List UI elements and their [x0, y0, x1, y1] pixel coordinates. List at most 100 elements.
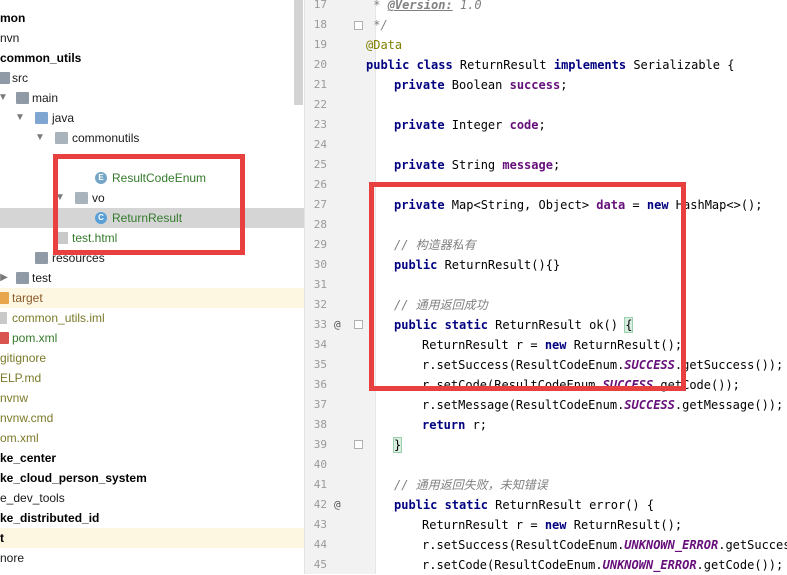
tree-item-mvnw[interactable]: nvnw [0, 388, 304, 408]
code-token: ; [538, 118, 546, 132]
line-number: 35 [313, 358, 327, 371]
line-number: 36 [313, 378, 327, 391]
tree-item-ignore[interactable]: nore [0, 548, 304, 568]
tree-item-commonutils[interactable]: ▼ commonutils [0, 128, 304, 148]
fold-icon[interactable] [354, 320, 363, 329]
line-number: 25 [313, 158, 327, 171]
tree-item-src[interactable]: src [0, 68, 304, 88]
tree-item-java[interactable]: ▼ java [0, 108, 304, 128]
tree-item-label: commonutils [72, 131, 140, 145]
line-number: 27 [313, 198, 327, 211]
module-file-icon [0, 312, 7, 324]
code-token: Boolean [444, 78, 510, 92]
tree-item-label: ke_center [0, 451, 57, 465]
line-number: 44 [313, 538, 327, 551]
tree-item-target[interactable]: target [0, 288, 304, 308]
code-token: private [394, 118, 445, 132]
code-line: r.setSuccess(ResultCodeEnum.UNKNOWN_ERRO… [422, 535, 787, 555]
tree-item-person-system[interactable]: ke_cloud_person_system [0, 468, 304, 488]
tree-item-main[interactable]: ▼ main [0, 88, 304, 108]
code-token: Integer [444, 118, 510, 132]
code-token: .getSuccess [718, 538, 787, 552]
code-token: ReturnResult(); [566, 518, 683, 532]
code-token: UNKNOWN_ERROR [624, 538, 719, 552]
line-number: 45 [313, 558, 327, 571]
code-token: implements [553, 58, 627, 72]
line-number: 33 [313, 318, 327, 331]
code-token: String [444, 158, 503, 172]
code-token: message [502, 158, 553, 172]
tree-item-iml[interactable]: common_utils.iml [0, 308, 304, 328]
code-line: private String message; [394, 155, 560, 175]
line-number: 28 [313, 218, 327, 231]
chevron-down-icon[interactable]: ▼ [0, 88, 9, 108]
code-line: return r; [422, 415, 487, 435]
tree-scrollbar[interactable] [294, 0, 303, 105]
fold-icon[interactable] [354, 440, 363, 449]
line-number: 29 [313, 238, 327, 251]
code-token: private [394, 158, 445, 172]
tree-item-label: src [12, 71, 28, 85]
tree-item-label: ke_distributed_id [0, 511, 100, 525]
tree-item-mvnw-cmd[interactable]: nvnw.cmd [0, 408, 304, 428]
line-number: 40 [313, 458, 327, 471]
tree-item-dev-tools[interactable]: e_dev_tools [0, 488, 304, 508]
tree-item-label: pom.xml [12, 331, 58, 345]
tree-item-help[interactable]: ELP.md [0, 368, 304, 388]
line-number: 22 [313, 98, 327, 111]
tree-item-test[interactable]: ▶ test [0, 268, 304, 288]
chevron-down-icon[interactable]: ▼ [34, 128, 46, 148]
code-token: ReturnResult [452, 58, 554, 72]
tree-item-distributed-id[interactable]: ke_distributed_id [0, 508, 304, 528]
tree-item-label: java [52, 111, 75, 125]
tree-item-label: common_utils [0, 51, 82, 65]
override-marker-icon[interactable]: @ [334, 315, 341, 335]
line-number: 32 [313, 298, 327, 311]
annotation-box [369, 182, 686, 391]
line-number: 42 [313, 498, 327, 511]
chevron-down-icon[interactable]: ▼ [14, 108, 26, 128]
line-number: 37 [313, 398, 327, 411]
code-line: } [392, 435, 403, 455]
code-line: */ [366, 18, 388, 32]
line-number: 43 [313, 518, 327, 531]
line-number: 38 [313, 418, 327, 431]
code-line: @Data [366, 38, 403, 52]
code-token: error [589, 498, 626, 512]
folder-icon [16, 92, 29, 104]
tree-item-pom[interactable]: pom.xml [0, 328, 304, 348]
line-number: 41 [313, 478, 327, 491]
tree-item-root-pom[interactable]: om.xml [0, 428, 304, 448]
line-number: 30 [313, 258, 327, 271]
fold-icon[interactable] [354, 21, 363, 30]
code-token: @Version: [387, 0, 453, 12]
tree-item-gitignore[interactable]: gitignore [0, 348, 304, 368]
code-line: * @Version: 1.0 [366, 0, 481, 15]
code-token: success [509, 78, 561, 92]
tree-item-label: om.xml [0, 431, 39, 445]
tree-item-center[interactable]: ke_center [0, 448, 304, 468]
tree-item-label: main [32, 91, 59, 105]
tree-item-t[interactable]: t [0, 528, 304, 548]
code-line: private Integer code; [394, 115, 546, 135]
chevron-right-icon[interactable]: ▶ [0, 268, 10, 288]
code-token: * [366, 0, 388, 12]
code-token: return [422, 418, 466, 432]
tree-item-label: nvnw [0, 391, 29, 405]
code-token: SUCCESS [624, 398, 675, 412]
code-line: public class ReturnResult implements Ser… [366, 55, 734, 75]
tree-item-module[interactable]: mon [0, 8, 304, 28]
code-token: public class [366, 58, 453, 72]
code-line: public static ReturnResult error() { [394, 495, 654, 515]
line-number: 19 [313, 38, 327, 51]
code-token: ; [552, 158, 561, 172]
code-token: .getMessage()); [674, 398, 784, 412]
tree-item-label: common_utils.iml [12, 311, 105, 325]
tree-item-label: mon [0, 11, 26, 25]
code-line: private Boolean success; [394, 75, 567, 95]
override-marker-icon[interactable]: @ [334, 495, 341, 515]
line-number: 26 [313, 178, 327, 191]
tree-item-common-utils[interactable]: common_utils [0, 48, 304, 68]
source-folder-icon [35, 112, 48, 124]
tree-item-mvn[interactable]: nvn [0, 28, 304, 48]
